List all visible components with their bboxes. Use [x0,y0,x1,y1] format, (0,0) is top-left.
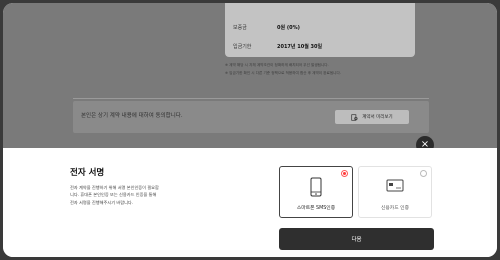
app-frame: 보증금 0원 (0%) 입금기한 2017년 10월 30일 ※ 계약 해당 시… [3,3,497,257]
summary-row-value: 2017년 10월 30일 [277,44,323,50]
sheet-description: 전자 계약을 진행하기 위해 서명 본인인증이 필요합니다. 휴대폰 본인인증 … [70,185,159,205]
background-page: 보증금 0원 (0%) 입금기한 2017년 10월 30일 ※ 계약 해당 시… [3,3,497,148]
document-search-icon [351,113,358,121]
option-card-auth[interactable]: 신용카드 인증 [358,166,432,218]
option-sms-auth[interactable]: 스마트폰 SMS인증 [279,166,353,218]
contract-preview-label: 계약서 미리보기 [362,115,393,120]
credit-card-icon [386,179,404,192]
summary-row-deposit: 보증금 0원 (0%) [233,24,300,31]
radio-unselected-icon[interactable] [420,170,427,177]
smartphone-icon [310,177,322,197]
e-signature-sheet: 전자 서명 전자 계약을 진행하기 위해 서명 본인인증이 필요합니다. 휴대폰… [3,148,497,257]
divider [73,98,429,99]
summary-row-deadline: 입금기한 2017년 10월 30일 [233,43,322,50]
summary-row-value: 0원 (0%) [277,25,300,31]
option-label: 스마트폰 SMS인증 [296,206,336,211]
summary-row-label: 입금기한 [233,44,252,50]
radio-selected-icon[interactable] [341,170,348,177]
option-label: 신용카드 인증 [380,206,409,211]
sheet-title: 전자 서명 [70,168,105,178]
agreement-text: 본인은 상기 계약 내용에 대하여 동의합니다. [81,113,183,119]
summary-row-label: 보증금 [233,25,247,31]
summary-note: ※ 입금기한 확인 시 다른 기준 정책으로 적용하여 합산 후 계약이 완료됩… [225,71,341,75]
next-button[interactable]: 다음 [279,228,434,250]
summary-note: ※ 계약 해당 시 자체 계약조건이 정확하게 배치되어 우선 발생됩니다. [225,63,329,67]
contract-preview-button[interactable]: 계약서 미리보기 [335,110,409,124]
